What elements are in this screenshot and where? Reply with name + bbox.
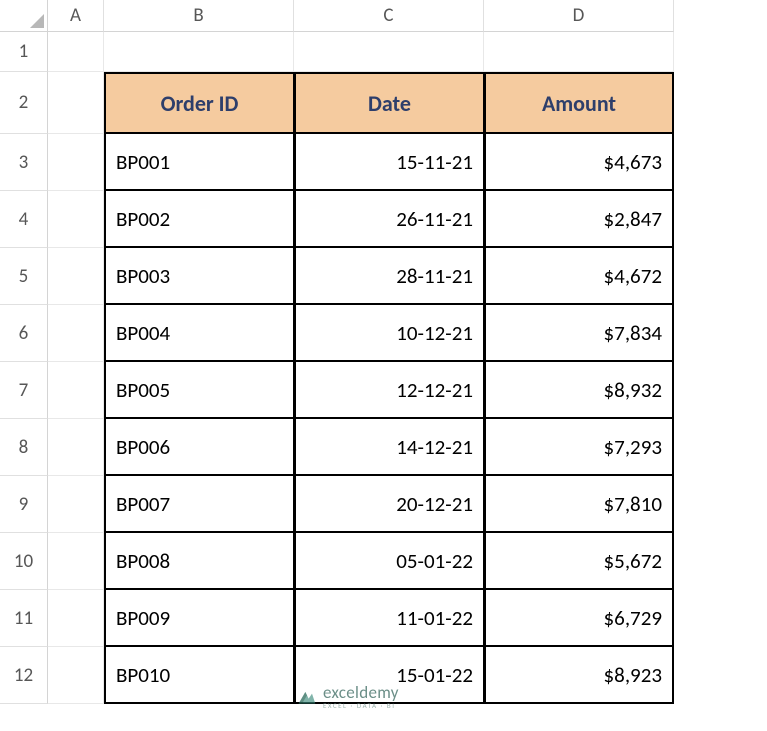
cell-d1[interactable] [484,32,674,72]
cell-a1[interactable] [48,32,104,72]
table-row[interactable]: $7,810 [484,476,674,533]
cell-a10[interactable] [48,533,104,590]
row-header-12[interactable]: 12 [0,647,48,704]
row-header-11[interactable]: 11 [0,590,48,647]
table-row[interactable]: 26-11-21 [294,191,484,248]
table-row[interactable]: 15-11-21 [294,134,484,191]
watermark: exceldemy EXCEL · DATA · BI [297,684,399,709]
table-row[interactable]: $4,672 [484,248,674,305]
header-date[interactable]: Date [294,72,484,134]
row-header-8[interactable]: 8 [0,419,48,476]
row-header-2[interactable]: 2 [0,72,48,134]
cell-a7[interactable] [48,362,104,419]
table-row[interactable]: BP010 [104,647,294,704]
cell-a5[interactable] [48,248,104,305]
col-header-c[interactable]: C [294,0,484,32]
select-all-corner[interactable] [0,0,48,32]
spreadsheet-grid: A B C D 1 2 Order ID Date Amount 3 BP001… [0,0,767,704]
table-row[interactable]: $7,834 [484,305,674,362]
table-row[interactable]: $7,293 [484,419,674,476]
cell-a3[interactable] [48,134,104,191]
table-row[interactable]: $2,847 [484,191,674,248]
exceldemy-logo-icon [297,687,317,707]
header-order-id[interactable]: Order ID [104,72,294,134]
cell-a12[interactable] [48,647,104,704]
table-row[interactable]: BP004 [104,305,294,362]
table-row[interactable]: 05-01-22 [294,533,484,590]
watermark-text: exceldemy EXCEL · DATA · BI [323,684,399,709]
row-header-5[interactable]: 5 [0,248,48,305]
header-amount[interactable]: Amount [484,72,674,134]
row-header-10[interactable]: 10 [0,533,48,590]
table-row[interactable]: $4,673 [484,134,674,191]
watermark-tagline: EXCEL · DATA · BI [323,702,399,709]
table-row[interactable]: $8,932 [484,362,674,419]
row-header-1[interactable]: 1 [0,32,48,72]
table-row[interactable]: 28-11-21 [294,248,484,305]
col-header-a[interactable]: A [48,0,104,32]
row-header-3[interactable]: 3 [0,134,48,191]
row-header-6[interactable]: 6 [0,305,48,362]
row-header-4[interactable]: 4 [0,191,48,248]
table-row[interactable]: 10-12-21 [294,305,484,362]
table-row[interactable]: BP005 [104,362,294,419]
watermark-name: exceldemy [323,684,399,701]
cell-a8[interactable] [48,419,104,476]
table-row[interactable]: BP009 [104,590,294,647]
cell-b1[interactable] [104,32,294,72]
cell-a2[interactable] [48,72,104,134]
table-row[interactable]: 11-01-22 [294,590,484,647]
table-row[interactable]: $6,729 [484,590,674,647]
col-header-d[interactable]: D [484,0,674,32]
col-header-b[interactable]: B [104,0,294,32]
table-row[interactable]: $8,923 [484,647,674,704]
cell-c1[interactable] [294,32,484,72]
table-row[interactable]: BP008 [104,533,294,590]
table-row[interactable]: BP003 [104,248,294,305]
cell-a9[interactable] [48,476,104,533]
table-row[interactable]: 20-12-21 [294,476,484,533]
table-row[interactable]: $5,672 [484,533,674,590]
table-row[interactable]: 12-12-21 [294,362,484,419]
cell-a11[interactable] [48,590,104,647]
cell-a4[interactable] [48,191,104,248]
table-row[interactable]: BP001 [104,134,294,191]
table-row[interactable]: BP007 [104,476,294,533]
table-row[interactable]: BP006 [104,419,294,476]
table-row[interactable]: 14-12-21 [294,419,484,476]
table-row[interactable]: BP002 [104,191,294,248]
cell-a6[interactable] [48,305,104,362]
row-header-9[interactable]: 9 [0,476,48,533]
row-header-7[interactable]: 7 [0,362,48,419]
